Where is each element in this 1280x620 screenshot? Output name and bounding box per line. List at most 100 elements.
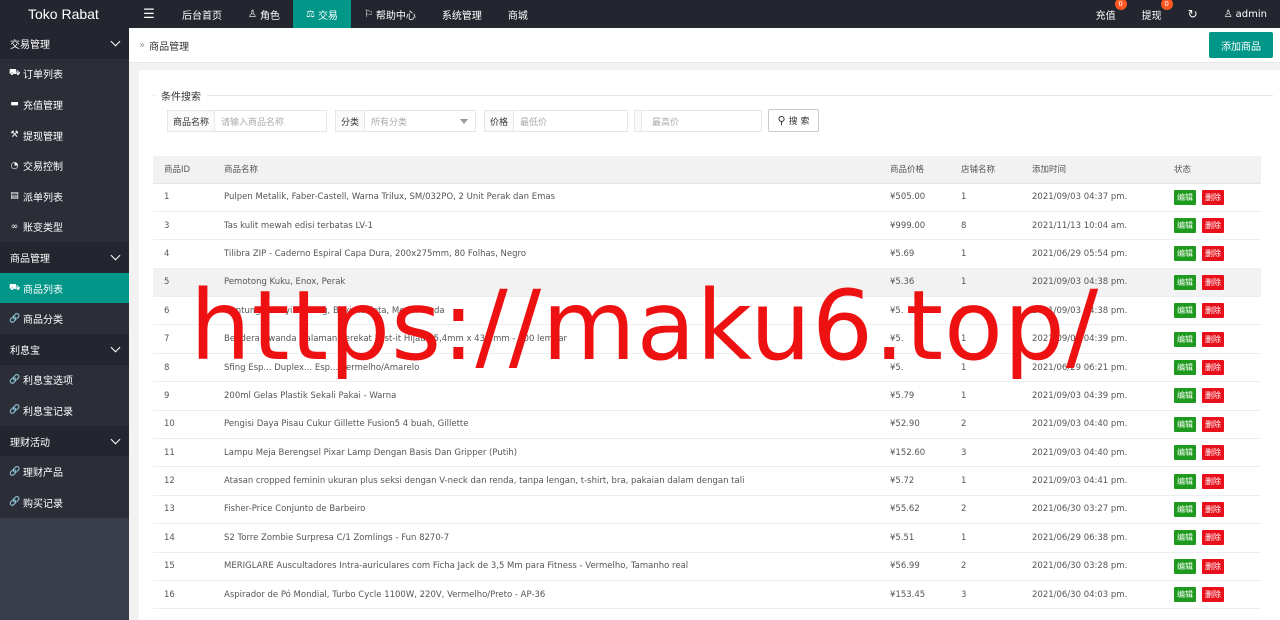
nav-recharge[interactable]: 充值 0 bbox=[1083, 0, 1129, 28]
min-price-field[interactable]: 价格 最低价 bbox=[484, 110, 628, 132]
sidebar-item-purchase-records[interactable]: 🔗 购买记录 bbox=[0, 486, 129, 518]
delete-button[interactable]: 删除 bbox=[1202, 218, 1224, 234]
menu-toggle-icon[interactable]: ☰ bbox=[129, 0, 169, 28]
sidebar-item-goods-category[interactable]: 🔗 商品分类 bbox=[0, 303, 129, 334]
search-button[interactable]: ⚲ 搜 索 bbox=[768, 109, 819, 132]
edit-button[interactable]: 编辑 bbox=[1174, 246, 1196, 262]
delete-button[interactable]: 删除 bbox=[1202, 530, 1224, 546]
edit-button[interactable]: 编辑 bbox=[1174, 416, 1196, 432]
edit-button[interactable]: 编辑 bbox=[1174, 388, 1196, 404]
sidebar-item-finance-products[interactable]: 🔗 理财产品 bbox=[0, 456, 129, 487]
cell-actions: 编辑 删除 bbox=[1163, 268, 1261, 298]
sidebar-item-withdraw[interactable]: ⚒ 提现管理 bbox=[0, 119, 129, 151]
nav-roles[interactable]: ♙ 角色 bbox=[235, 0, 293, 28]
sidebar-group-finance[interactable]: 理财活动 bbox=[0, 425, 129, 457]
refresh-icon[interactable]: ↻ bbox=[1175, 0, 1211, 28]
link-icon: 🔗 bbox=[9, 374, 21, 385]
sidebar-group-trade[interactable]: 交易管理 bbox=[0, 28, 129, 59]
col-time: 添加时间 bbox=[1021, 156, 1163, 184]
nav-system[interactable]: 系统管理 bbox=[429, 0, 495, 28]
delete-button[interactable]: 删除 bbox=[1202, 388, 1224, 404]
sidebar-item-trade-control[interactable]: ◔ 交易控制 bbox=[0, 150, 129, 181]
cell-id: 13 bbox=[153, 495, 213, 525]
delete-button[interactable]: 删除 bbox=[1202, 246, 1224, 262]
nav-trade[interactable]: ⚖ 交易 bbox=[292, 0, 351, 28]
delete-button[interactable]: 删除 bbox=[1202, 331, 1224, 347]
nav-mall[interactable]: 商城 bbox=[495, 0, 541, 28]
sidebar-item-interest-options[interactable]: 🔗 利息宝选项 bbox=[0, 364, 129, 396]
sidebar: 交易管理 ⛟ 订单列表 ▬ 充值管理 ⚒ 提现管理 ◔ 交易控制 ▤ 派单列表 ∞ 账变类型… bbox=[0, 28, 129, 620]
breadcrumb-label: 商品管理 bbox=[149, 41, 190, 53]
add-goods-button[interactable]: 添加商品 bbox=[1209, 32, 1273, 58]
withdraw-badge: 0 bbox=[1160, 0, 1173, 10]
min-price-input[interactable]: 最低价 bbox=[514, 115, 627, 128]
edit-button[interactable]: 编辑 bbox=[1174, 558, 1196, 574]
breadcrumb: » 商品管理 bbox=[139, 38, 189, 53]
cell-name: Aspirador de Pó Mondial, Turbo Cycle 110… bbox=[213, 580, 879, 610]
cell-price: ¥5.72 bbox=[879, 466, 950, 496]
edit-button[interactable]: 编辑 bbox=[1174, 587, 1196, 603]
edit-button[interactable]: 编辑 bbox=[1174, 218, 1196, 234]
sidebar-item-orders[interactable]: ⛟ 订单列表 bbox=[0, 58, 129, 90]
edit-button[interactable]: 编辑 bbox=[1174, 189, 1196, 205]
category-value[interactable]: 所有分类 bbox=[365, 115, 460, 128]
max-price-input[interactable]: 最高价 bbox=[642, 115, 761, 128]
sidebar-item-recharge[interactable]: ▬ 充值管理 bbox=[0, 89, 129, 120]
name-search-field[interactable]: 商品名称 请输入商品名称 bbox=[167, 110, 327, 132]
sidebar-item-change-type[interactable]: ∞ 账变类型 bbox=[0, 211, 129, 243]
edit-button[interactable]: 编辑 bbox=[1174, 274, 1196, 290]
delete-button[interactable]: 删除 bbox=[1202, 360, 1224, 376]
name-input[interactable]: 请输入商品名称 bbox=[215, 115, 326, 128]
delete-button[interactable]: 删除 bbox=[1202, 473, 1224, 489]
cell-shop: 1 bbox=[950, 268, 1021, 298]
cell-id: 15 bbox=[153, 552, 213, 581]
table-row: 14 S2 Torre Zombie Surpresa C/1 Zomlings … bbox=[153, 523, 1261, 553]
delete-button[interactable]: 删除 bbox=[1202, 303, 1224, 319]
delete-button[interactable]: 删除 bbox=[1202, 416, 1224, 432]
edit-button[interactable]: 编辑 bbox=[1174, 501, 1196, 517]
edit-button[interactable]: 编辑 bbox=[1174, 303, 1196, 319]
cell-time: 2021/11/13 10:04 am. bbox=[1021, 211, 1163, 241]
col-status: 状态 bbox=[1163, 156, 1261, 184]
cell-id: 10 bbox=[153, 410, 213, 440]
nav-system-label: 系统管理 bbox=[441, 10, 482, 22]
edit-button[interactable]: 编辑 bbox=[1174, 360, 1196, 376]
sidebar-item-dispatch[interactable]: ▤ 派单列表 bbox=[0, 180, 129, 212]
cell-time: 2021/06/29 06:38 pm. bbox=[1021, 523, 1163, 553]
sidebar-item-goods-list[interactable]: ⛟ 商品列表 bbox=[0, 272, 129, 304]
category-select[interactable]: 分类 所有分类 bbox=[335, 110, 476, 132]
edit-button[interactable]: 编辑 bbox=[1174, 331, 1196, 347]
delete-button[interactable]: 删除 bbox=[1202, 587, 1224, 603]
search-icon: ⚲ bbox=[777, 114, 786, 127]
cell-price: ¥999.00 bbox=[879, 211, 950, 241]
edit-button[interactable]: 编辑 bbox=[1174, 473, 1196, 489]
sidebar-item-interest-records[interactable]: 🔗 利息宝记录 bbox=[0, 395, 129, 426]
nav-withdraw[interactable]: 提现 0 bbox=[1129, 0, 1175, 28]
nav-help[interactable]: ⚐ 帮助中心 bbox=[351, 0, 429, 28]
edit-button[interactable]: 编辑 bbox=[1174, 445, 1196, 461]
delete-button[interactable]: 删除 bbox=[1202, 189, 1224, 205]
nav-home[interactable]: 后台首页 bbox=[169, 0, 235, 28]
nav-trade-label: 交易 bbox=[317, 10, 338, 22]
delete-button[interactable]: 删除 bbox=[1202, 501, 1224, 517]
delete-button[interactable]: 删除 bbox=[1202, 445, 1224, 461]
cell-actions: 编辑 删除 bbox=[1163, 296, 1261, 326]
sidebar-item-label: 账变类型 bbox=[23, 223, 63, 235]
sidebar-group-interest[interactable]: 利息宝 bbox=[0, 333, 129, 365]
delete-button[interactable]: 删除 bbox=[1202, 274, 1224, 290]
cell-id: 3 bbox=[153, 211, 213, 241]
nav-user[interactable]: ♙ admin bbox=[1211, 0, 1280, 28]
col-name: 商品名称 bbox=[213, 156, 879, 184]
cell-name: Pulpen Metalik, Faber-Castell, Warna Tri… bbox=[213, 183, 879, 212]
cell-name: MERIGLARE Auscultadores Intra-auriculare… bbox=[213, 552, 879, 581]
cell-time: 2021/09/03 04:40 pm. bbox=[1021, 410, 1163, 440]
delete-button[interactable]: 删除 bbox=[1202, 558, 1224, 574]
cell-name: Bendera Rwanda Halaman Perekat Post-it H… bbox=[213, 324, 879, 354]
cell-price: ¥5. bbox=[879, 353, 950, 383]
chevron-down-icon bbox=[110, 36, 121, 47]
brand-logo[interactable]: Toko Rabat bbox=[0, 0, 129, 28]
edit-button[interactable]: 编辑 bbox=[1174, 530, 1196, 546]
sidebar-group-goods[interactable]: 商品管理 bbox=[0, 242, 129, 273]
cell-actions: 编辑 删除 bbox=[1163, 466, 1261, 496]
max-price-field[interactable]: 最高价 bbox=[634, 110, 762, 132]
